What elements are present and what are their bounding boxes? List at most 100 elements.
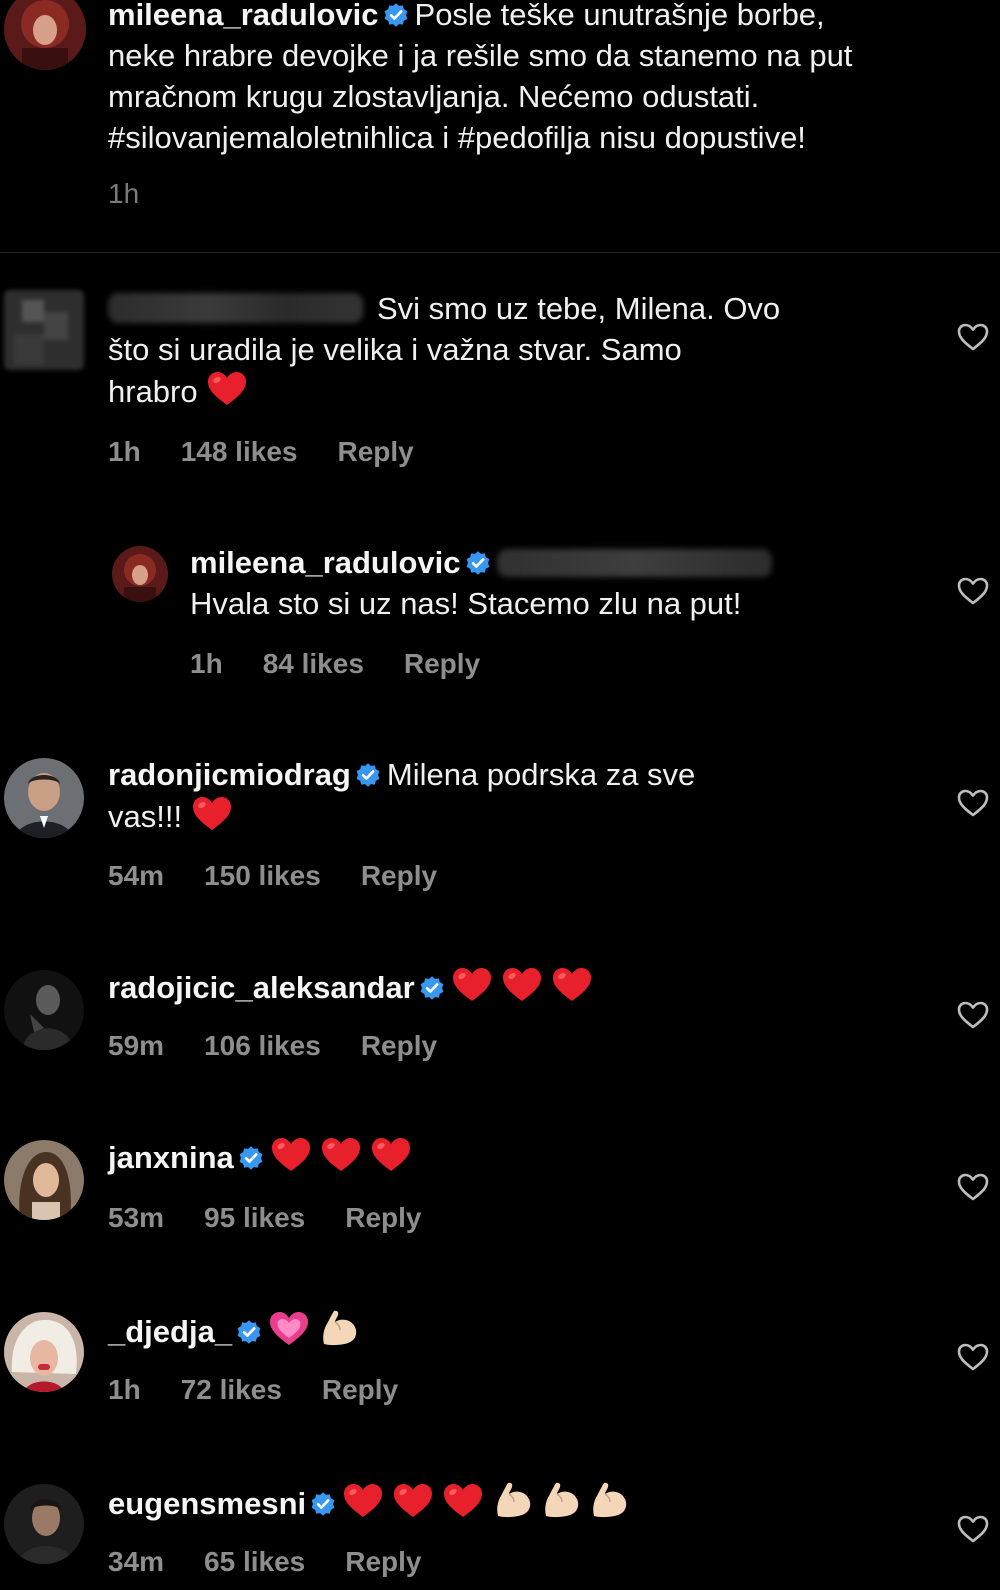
like-heart-icon[interactable] (956, 1000, 990, 1030)
comment-timestamp: 1h (108, 436, 141, 467)
red-heart-emoji (270, 1136, 312, 1174)
comment-meta: 54m 150 likes Reply (108, 860, 477, 892)
comment-text: Svi smo uz tebe, Milena. Ovo što si urad… (108, 288, 908, 412)
avatar-image (4, 1312, 84, 1392)
caption-timestamp: 1h (108, 178, 140, 209)
growing-heart-emoji (268, 1310, 310, 1348)
likes-count[interactable]: 72 likes (181, 1374, 282, 1405)
red-heart-emoji (392, 1482, 434, 1520)
red-heart-emoji (370, 1136, 412, 1174)
flexed-biceps-emoji (492, 1480, 534, 1520)
caption-text: mileena_radulovic Posle teške unutrašnje … (108, 0, 1000, 158)
comment-text: mileena_radulovic Hvala sto si uz nas! S… (190, 542, 910, 624)
comment-text: _djedja_ (108, 1308, 908, 1352)
comment-timestamp: 1h (190, 648, 223, 679)
avatar[interactable] (4, 1312, 84, 1392)
comment-line-1: Milena podrska za sve (386, 757, 696, 792)
avatar[interactable] (112, 546, 168, 602)
reply-button[interactable]: Reply (361, 860, 437, 891)
comment-username[interactable]: mileena_radulovic (190, 545, 461, 580)
flexed-biceps-emoji (588, 1480, 630, 1520)
avatar-image (4, 970, 84, 1050)
red-heart-emoji (451, 966, 493, 1004)
comment-username[interactable]: eugensmesni (108, 1486, 306, 1521)
comment-username[interactable]: radonjicmiodrag (108, 757, 351, 792)
like-heart-icon[interactable] (956, 788, 990, 818)
reply-button[interactable]: Reply (361, 1030, 437, 1061)
caption-username[interactable]: mileena_radulovic (108, 0, 379, 32)
verified-badge-icon (465, 550, 491, 576)
avatar[interactable] (4, 1484, 84, 1564)
comment-username[interactable]: _djedja_ (108, 1314, 232, 1349)
red-heart-emoji (206, 370, 248, 408)
red-heart-emoji (342, 1482, 384, 1520)
blurred-username (108, 293, 363, 323)
comment-text: radojicic_aleksandar (108, 966, 908, 1008)
avatar[interactable] (4, 0, 86, 70)
comment-username[interactable]: janxnina (108, 1140, 234, 1175)
caption-line-4: #silovanjemaloletnihlica i #pedofilja ni… (108, 120, 806, 155)
comment-meta: 59m 106 likes Reply (108, 1030, 477, 1062)
likes-count[interactable]: 65 likes (204, 1546, 305, 1577)
verified-badge-icon (310, 1491, 336, 1517)
avatar-image (4, 1484, 84, 1564)
avatar[interactable] (4, 290, 84, 370)
avatar[interactable] (4, 1140, 84, 1220)
avatar-image (112, 546, 168, 602)
red-heart-emoji (442, 1482, 484, 1520)
verified-badge-icon (383, 2, 409, 28)
like-heart-icon[interactable] (956, 1514, 990, 1544)
caption-line-2: neke hrabre devojke i ja rešile smo da s… (108, 38, 853, 73)
comment-username[interactable]: radojicic_aleksandar (108, 970, 415, 1005)
verified-badge-icon (419, 975, 445, 1001)
comment-timestamp: 53m (108, 1202, 165, 1233)
likes-count[interactable]: 150 likes (204, 860, 321, 891)
comment-line-1: Svi smo uz tebe, Milena. Ovo (377, 291, 781, 326)
like-heart-icon[interactable] (956, 1172, 990, 1202)
like-heart-icon[interactable] (956, 322, 990, 352)
reply-button[interactable]: Reply (345, 1546, 421, 1577)
avatar[interactable] (4, 970, 84, 1050)
blurred-mention (496, 549, 772, 577)
comment-timestamp: 1h (108, 1374, 141, 1405)
red-heart-emoji (191, 795, 233, 833)
flexed-biceps-emoji (540, 1480, 582, 1520)
comment-line-2: vas!!! (108, 799, 183, 834)
comment-meta: 1h 72 likes Reply (108, 1374, 438, 1406)
comment-timestamp: 34m (108, 1546, 165, 1577)
like-heart-icon[interactable] (956, 1342, 990, 1372)
comment-line-3: hrabro (108, 374, 198, 409)
likes-count[interactable]: 148 likes (181, 436, 298, 467)
avatar-image (4, 1140, 84, 1220)
red-heart-emoji (501, 966, 543, 1004)
avatar[interactable] (4, 758, 84, 838)
avatar-image (4, 290, 84, 370)
avatar-image (4, 758, 84, 838)
like-heart-icon[interactable] (956, 576, 990, 606)
reply-button[interactable]: Reply (345, 1202, 421, 1233)
reply-button[interactable]: Reply (337, 436, 413, 467)
comment-meta: 53m 95 likes Reply (108, 1202, 462, 1234)
likes-count[interactable]: 84 likes (263, 648, 364, 679)
comment-text: janxnina (108, 1136, 908, 1178)
comment-timestamp: 54m (108, 860, 165, 891)
comment-line-1: Hvala sto si uz nas! Stacemo zlu na put! (190, 586, 742, 621)
likes-count[interactable]: 106 likes (204, 1030, 321, 1061)
reply-button[interactable]: Reply (404, 648, 480, 679)
comment-timestamp: 59m (108, 1030, 165, 1061)
verified-badge-icon (355, 762, 381, 788)
red-heart-emoji (320, 1136, 362, 1174)
comment-meta: 1h 148 likes Reply (108, 436, 454, 468)
caption-line-1: Posle teške unutrašnje borbe, (414, 0, 825, 32)
likes-count[interactable]: 95 likes (204, 1202, 305, 1233)
red-heart-emoji (551, 966, 593, 1004)
reply-button[interactable]: Reply (322, 1374, 398, 1405)
verified-badge-icon (238, 1145, 264, 1171)
comment-line-2: što si uradila je velika i važna stvar. … (108, 332, 682, 367)
comment-meta: 1h 84 likes Reply (190, 648, 520, 680)
verified-badge-icon (236, 1319, 262, 1345)
avatar-image (4, 0, 86, 70)
post-caption: mileena_radulovic Posle teške unutrašnje … (0, 0, 1000, 253)
comment-text: radonjicmiodrag Milena podrska za sve vas… (108, 754, 908, 837)
comment-text: eugensmesni (108, 1480, 908, 1524)
